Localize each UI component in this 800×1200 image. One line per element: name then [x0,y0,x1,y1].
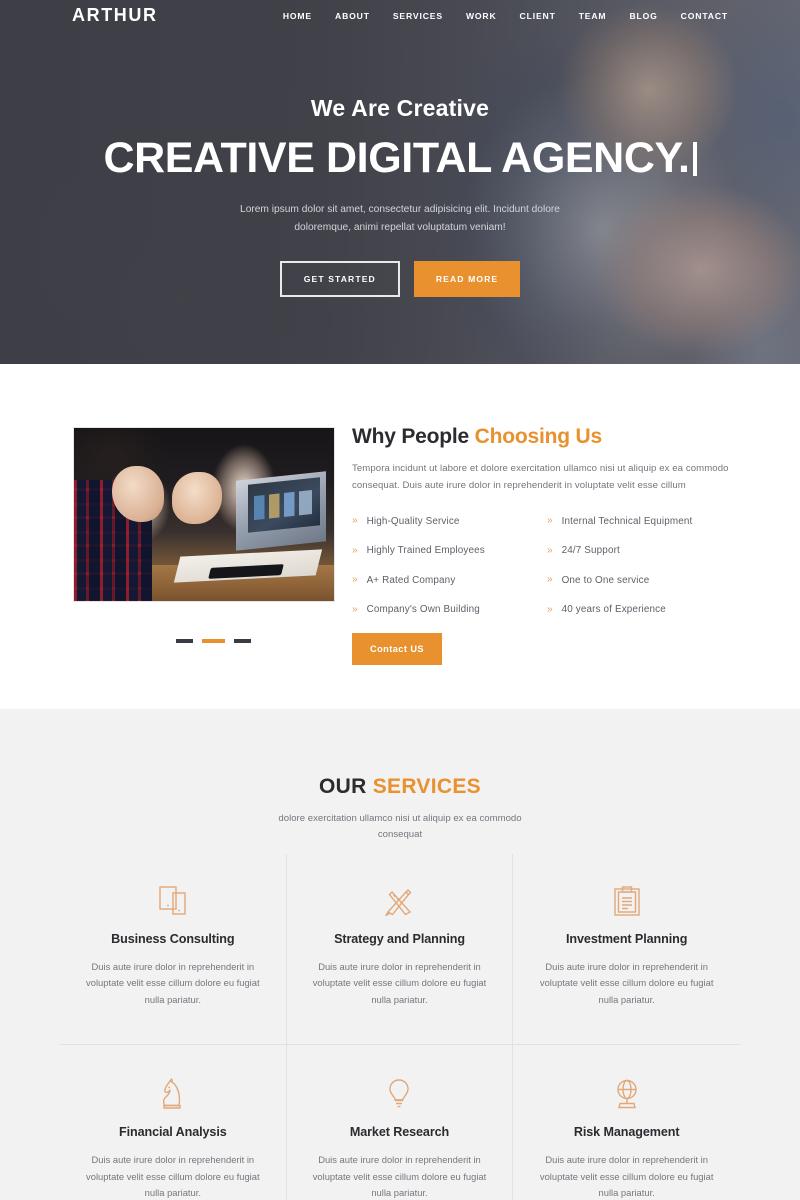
list-item[interactable]: » High-Quality Service [352,511,547,531]
devices-icon [78,884,268,918]
services-title: OUR SERVICES [0,775,800,799]
nav-item-about[interactable]: ABOUT [335,11,370,21]
service-card-strategy-and-planning[interactable]: Strategy and Planning Duis aute irure do… [286,854,514,1046]
list-item[interactable]: » A+ Rated Company [352,570,547,590]
photo-hand-right [172,472,222,524]
service-card-title: Risk Management [573,1125,680,1140]
nav-item-contact[interactable]: CONTACT [681,11,728,21]
why-title: Why People Choosing Us [352,425,742,449]
service-card-text: Duis aute irure dolor in reprehenderit i… [539,961,714,1005]
nav-links: HOME ABOUT SERVICES WORK CLIENT TEAM BLO… [283,11,728,21]
typing-caret [692,142,697,176]
list-item-label: High-Quality Service [366,515,460,527]
chevron-right-icon: » [352,574,358,586]
list-item[interactable]: » 40 years of Experience [547,600,742,620]
list-item[interactable]: » Internal Technical Equipment [547,511,742,531]
chevron-right-icon: » [547,574,553,586]
service-card-business-consulting[interactable]: Business Consulting Duis aute irure dolo… [60,854,287,1046]
service-card-investment-planning[interactable]: Investment Planning Duis aute irure dolo… [513,854,740,1046]
why-section-photo [73,427,335,602]
service-card-title: Strategy and Planning [334,932,465,946]
chevron-right-icon: » [547,515,553,527]
chess-knight-icon [78,1077,268,1111]
services-subtitle: dolore exercitation ullamco nisi ut aliq… [278,813,522,841]
chevron-right-icon: » [547,603,553,615]
service-card-title: Financial Analysis [119,1125,227,1140]
list-item-label: One to One service [561,574,650,586]
list-item-label: Company's Own Building [366,604,480,616]
page-root: ARTHUR HOME ABOUT SERVICES WORK CLIENT T… [0,0,800,1200]
services-title-plain: OUR [319,775,373,798]
globe-stand-icon [531,1077,722,1111]
hero-buttons: GET STARTED READ MORE [0,260,800,297]
service-card-text: Duis aute irure dolor in reprehenderit i… [539,1154,714,1199]
service-card-title: Market Research [349,1125,450,1140]
nav-item-client[interactable]: CLIENT [520,11,556,21]
chevron-right-icon: » [547,544,553,556]
chevron-right-icon: » [352,515,358,527]
main-navbar: ARTHUR HOME ABOUT SERVICES WORK CLIENT T… [0,0,800,34]
list-item-label: 40 years of Experience [561,604,666,616]
list-item[interactable]: » Company's Own Building [352,600,547,620]
hero-title-text: CREATIVE DIGITAL AGENCY. [103,134,690,182]
slider-dot-2[interactable] [202,639,225,643]
list-item-label: Internal Technical Equipment [561,515,693,527]
why-feature-lists: » High-Quality Service » Highly Trained … [352,511,742,629]
lightbulb-icon [305,1077,495,1111]
why-title-accent: Choosing Us [474,425,602,448]
service-card-market-research[interactable]: Market Research Duis aute irure dolor in… [287,1045,514,1200]
services-header: OUR SERVICES dolore exercitation ullamco… [0,709,800,844]
nav-item-work[interactable]: WORK [466,11,497,21]
service-card-title: Business Consulting [111,932,235,946]
list-item[interactable]: » 24/7 Support [547,541,742,561]
pencil-ruler-icon [305,884,495,918]
brand-logo[interactable]: ARTHUR [72,5,158,26]
why-paragraph: Tempora incidunt ut labore et dolore exe… [352,463,729,492]
hero-title: CREATIVE DIGITAL AGENCY. [0,134,800,182]
why-list-left: » High-Quality Service » Highly Trained … [352,511,547,629]
slider-dot-1[interactable] [176,639,193,643]
services-section: OUR SERVICES dolore exercitation ullamco… [0,709,800,1200]
chevron-right-icon: » [352,544,358,556]
nav-item-services[interactable]: SERVICES [393,11,443,21]
slider-pagination [176,639,251,643]
why-title-plain: Why People [352,425,475,448]
list-item-label: Highly Trained Employees [366,545,485,557]
hero-subtitle: We Are Creative [310,95,490,121]
photo-laptop-screen [248,477,320,533]
list-item[interactable]: » Highly Trained Employees [352,541,547,561]
contact-us-button[interactable]: Contact US [352,633,443,666]
list-item[interactable]: » One to One service [547,570,742,590]
get-started-button[interactable]: GET STARTED [279,260,400,297]
list-item-label: 24/7 Support [561,545,620,557]
service-card-text: Duis aute irure dolor in reprehenderit i… [86,961,260,1005]
nav-item-home[interactable]: HOME [283,11,312,21]
service-card-risk-management[interactable]: Risk Management Duis aute irure dolor in… [513,1045,740,1200]
service-card-text: Duis aute irure dolor in reprehenderit i… [312,1154,487,1199]
service-card-financial-analysis[interactable]: Financial Analysis Duis aute irure dolor… [60,1045,287,1200]
why-content: Why People Choosing Us Tempora incidunt … [352,425,742,666]
why-list-right: » Internal Technical Equipment » 24/7 Su… [547,511,742,629]
why-choose-us-section: Why People Choosing Us Tempora incidunt … [0,364,800,709]
chevron-right-icon: » [352,603,358,615]
list-item-label: A+ Rated Company [366,574,456,586]
hero-paragraph: Lorem ipsum dolor sit amet, consectetur … [240,204,560,233]
service-card-title: Investment Planning [566,932,688,946]
hero-content: We Are Creative CREATIVE DIGITAL AGENCY.… [0,95,800,297]
service-card-text: Duis aute irure dolor in reprehenderit i… [86,1154,260,1199]
services-grid: Business Consulting Duis aute irure dolo… [60,854,740,1200]
nav-item-team[interactable]: TEAM [579,11,607,21]
read-more-button[interactable]: READ MORE [413,260,521,297]
service-card-text: Duis aute irure dolor in reprehenderit i… [312,961,487,1005]
slider-dot-3[interactable] [234,639,251,643]
clipboard-icon [531,884,722,918]
hero-section: ARTHUR HOME ABOUT SERVICES WORK CLIENT T… [0,0,800,364]
services-title-accent: SERVICES [372,775,481,798]
nav-item-blog[interactable]: BLOG [629,11,657,21]
